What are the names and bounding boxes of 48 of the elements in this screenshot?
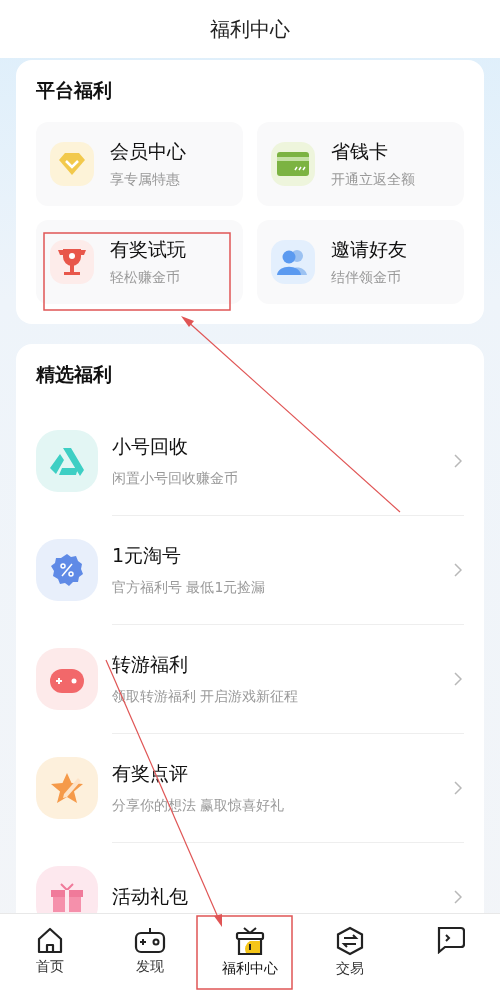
tile-title: 省钱卡 (331, 139, 389, 164)
row-title: 小号回收 (112, 433, 189, 459)
tile-subtitle: 结伴领金币 (331, 269, 402, 287)
chat-icon (435, 926, 465, 954)
chevron-right-icon (454, 780, 462, 795)
card-icon (277, 152, 309, 176)
benefit-tile[interactable]: 省钱卡 开通立返全额 (257, 122, 464, 206)
tile-subtitle: 开通立返全额 (331, 171, 415, 189)
row-title: 转游福利 (112, 651, 189, 677)
tile-title: 邀请好友 (331, 237, 407, 262)
tab[interactable]: 交易 (300, 914, 400, 1002)
benefit-row[interactable]: 有奖点评 分享你的想法 赢取惊喜好礼 (36, 733, 464, 842)
star-pencil-icon (50, 771, 84, 804)
tile-subtitle: 享专属特惠 (110, 171, 181, 189)
row-subtitle: 闲置小号回收赚金币 (112, 469, 239, 488)
benefit-tile[interactable]: 会员中心 享专属特惠 (36, 122, 243, 206)
page-title: 福利中心 (210, 15, 290, 43)
row-title: 有奖点评 (112, 760, 189, 786)
benefit-tile[interactable]: 有奖试玩 轻松赚金币 (36, 220, 243, 304)
gift-icon (51, 881, 83, 912)
chevron-right-icon (454, 562, 462, 577)
exchange-icon (336, 926, 364, 956)
tile-title: 会员中心 (110, 139, 186, 164)
triangle-icon (50, 445, 84, 476)
chevron-right-icon (454, 453, 462, 468)
tab[interactable]: 首页 (0, 914, 100, 1002)
row-title: 1元淘号 (112, 542, 183, 568)
controller-icon (134, 926, 166, 954)
tile-title: 有奖试玩 (110, 237, 186, 262)
diamond-icon (57, 152, 87, 176)
row-subtitle: 分享你的想法 赢取惊喜好礼 (112, 796, 286, 815)
chevron-right-icon (454, 889, 462, 904)
row-title: 活动礼包 (112, 883, 189, 909)
tab[interactable]: 福利中心 (200, 914, 300, 1002)
tile-subtitle: 轻松赚金币 (110, 269, 181, 287)
chevron-right-icon (454, 671, 462, 686)
section-title: 精选福利 (36, 362, 113, 387)
trophy-icon (58, 247, 86, 277)
section-title: 平台福利 (36, 78, 113, 103)
benefit-tile[interactable]: 邀请好友 结伴领金币 (257, 220, 464, 304)
percent-badge-icon (51, 553, 83, 586)
home-icon (36, 926, 64, 954)
gift-box-icon (235, 926, 265, 956)
benefit-row[interactable]: 小号回收 闲置小号回收赚金币 (36, 406, 464, 515)
tab[interactable]: 发现 (100, 914, 200, 1002)
row-subtitle: 官方福利号 最低1元捡漏 (112, 578, 267, 597)
benefit-row[interactable]: 1元淘号 官方福利号 最低1元捡漏 (36, 515, 464, 624)
friends-icon (277, 249, 309, 275)
